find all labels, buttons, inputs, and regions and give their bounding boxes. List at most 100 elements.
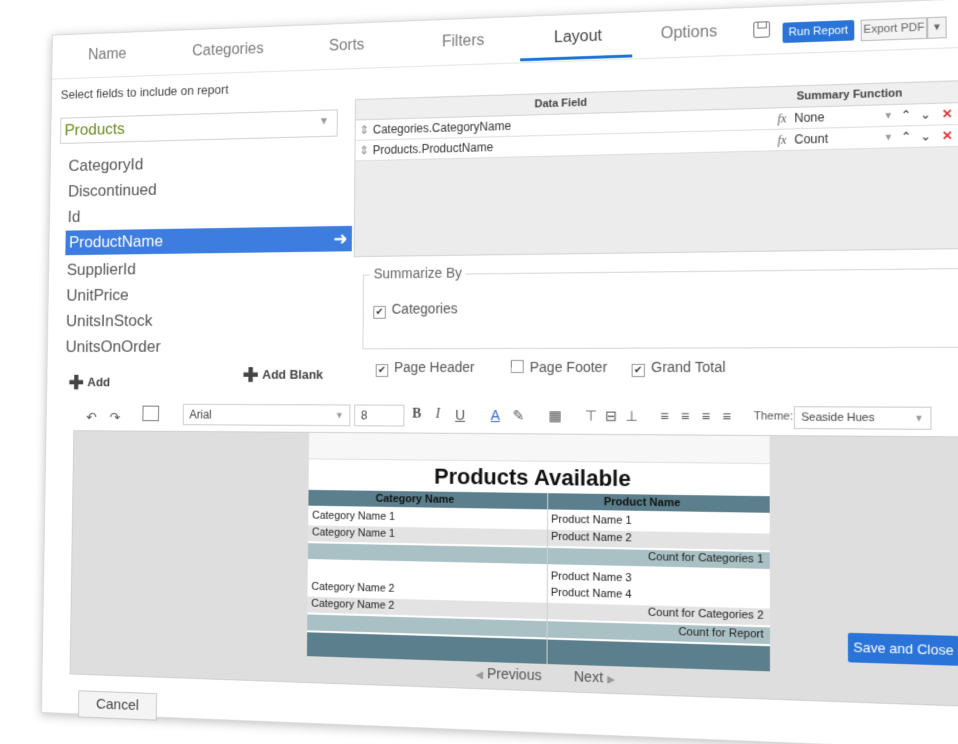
save-and-close-button[interactable]: Save and Close — [847, 632, 958, 666]
report-designer-dialog: Name Categories Sorts Filters Layout Opt… — [40, 0, 958, 744]
function-icon[interactable]: fx — [777, 108, 786, 129]
tab-layout[interactable]: Layout — [554, 28, 602, 48]
field-item[interactable]: UnitsInStock — [66, 311, 153, 331]
chevron-right-icon: ▶ — [607, 674, 616, 686]
justify-icon[interactable]: ≡ — [722, 408, 731, 425]
report-cell[interactable]: Category Name 1 — [312, 526, 395, 539]
summarize-categories-checkbox[interactable]: ✔ Categories — [373, 300, 458, 319]
checkbox-icon[interactable] — [510, 359, 524, 374]
checkbox-icon[interactable]: ✔ — [631, 363, 645, 378]
move-down-icon[interactable]: ⌄ — [920, 126, 931, 147]
summary-function-select[interactable]: Count — [794, 128, 828, 149]
chevron-down-icon: ▼ — [335, 410, 344, 421]
tab-name[interactable]: Name — [88, 46, 127, 64]
save-icon[interactable] — [753, 21, 771, 39]
add-button[interactable]: ✚ Add — [69, 371, 111, 395]
align-top-icon[interactable]: ⊤ — [585, 407, 597, 424]
undo-icon[interactable]: ↶ — [86, 409, 97, 425]
align-middle-icon[interactable]: ⊟ — [605, 408, 617, 425]
page-header-label: Page Header — [394, 359, 475, 375]
move-up-icon[interactable]: ⌃ — [901, 105, 912, 126]
summarize-categories-label: Categories — [391, 300, 458, 317]
plus-icon: ✚ — [68, 372, 84, 394]
chevron-down-icon[interactable]: ▼ — [884, 127, 894, 148]
page-header-checkbox[interactable]: ✔ Page Header — [375, 359, 475, 377]
field-item[interactable]: SupplierId — [67, 260, 136, 280]
checkbox-icon[interactable]: ✔ — [373, 305, 386, 319]
col-header-fx — [775, 86, 797, 109]
redo-icon[interactable]: ↷ — [110, 409, 121, 425]
data-field-value[interactable]: Products.ProductName — [373, 137, 494, 160]
add-button-label: Add — [87, 374, 111, 390]
font-size-select[interactable]: 8 — [354, 404, 405, 427]
report-preview[interactable]: Products Available Category Name Product… — [306, 432, 770, 672]
tab-categories[interactable]: Categories — [192, 41, 264, 61]
table-select[interactable]: Products ▼ — [59, 109, 338, 145]
report-cell[interactable]: Category Name 2 — [311, 581, 394, 595]
delete-icon[interactable]: ✕ — [942, 125, 953, 146]
tab-options[interactable]: Options — [661, 23, 718, 43]
export-button[interactable]: Export PDF — [860, 17, 928, 42]
theme-label: Theme: — [753, 410, 794, 423]
run-report-button[interactable]: Run Report — [782, 19, 855, 44]
next-label: Next — [573, 667, 604, 686]
tab-filters[interactable]: Filters — [442, 32, 485, 51]
report-cell[interactable]: Product Name 3 — [551, 570, 632, 584]
border-icon[interactable]: ▦ — [548, 407, 561, 424]
field-item[interactable]: Discontinued — [68, 180, 157, 201]
col-product-name[interactable]: Product Name — [604, 496, 681, 509]
add-field-arrow-icon[interactable]: ➜ — [328, 225, 352, 252]
next-button[interactable]: Next ▶ — [574, 668, 615, 686]
fields-instruction: Select fields to include on report — [60, 82, 229, 102]
cancel-button[interactable]: Cancel — [77, 690, 158, 721]
chevron-down-icon[interactable]: ▼ — [883, 105, 893, 126]
report-cell[interactable]: Count for Categories 1 — [648, 551, 763, 566]
report-cell[interactable]: Product Name 1 — [551, 513, 632, 527]
report-cell[interactable]: Product Name 2 — [551, 531, 632, 545]
field-item-selected[interactable]: ProductName — [65, 226, 330, 256]
font-color-icon[interactable]: A — [491, 407, 500, 423]
previous-button[interactable]: ◀ Previous — [475, 665, 541, 683]
field-item[interactable]: UnitsOnOrder — [66, 337, 161, 356]
theme-select[interactable]: Seaside Hues ▼ — [793, 406, 932, 430]
page-footer-checkbox[interactable]: Page Footer — [510, 359, 607, 375]
col-category-name[interactable]: Category Name — [376, 493, 455, 506]
report-title[interactable]: Products Available — [434, 464, 631, 493]
data-field-grid: Data Field Summary Function ⇕ Categories… — [353, 80, 958, 258]
grand-total-checkbox[interactable]: ✔ Grand Total — [631, 359, 726, 378]
export-dropdown-icon[interactable]: ▾ — [927, 16, 947, 39]
align-bottom-icon[interactable]: ⊥ — [625, 408, 638, 425]
move-up-icon[interactable]: ⌃ — [901, 126, 912, 147]
summarize-by-legend: Summarize By — [369, 264, 466, 282]
field-item[interactable]: CategoryId — [68, 155, 143, 176]
bold-icon[interactable]: B — [412, 407, 421, 423]
underline-icon[interactable]: U — [455, 407, 465, 423]
italic-icon[interactable]: I — [436, 407, 441, 423]
field-item[interactable]: Id — [68, 208, 81, 227]
report-cell[interactable]: Count for Report — [678, 626, 763, 641]
function-icon[interactable]: fx — [777, 130, 786, 151]
drag-handle-icon[interactable]: ⇕ — [359, 141, 369, 161]
add-blank-button[interactable]: ✚ Add Blank — [243, 363, 323, 388]
report-cell[interactable]: Product Name 4 — [551, 587, 632, 601]
data-field-value[interactable]: Categories.CategoryName — [373, 116, 511, 139]
tab-divider — [52, 46, 958, 80]
theme-select-value: Seaside Hues — [801, 411, 875, 425]
delete-icon[interactable]: ✕ — [942, 103, 953, 124]
report-cell[interactable]: Category Name 2 — [311, 598, 394, 612]
drag-handle-icon[interactable]: ⇕ — [359, 120, 369, 140]
align-right-icon[interactable]: ≡ — [702, 408, 710, 424]
tab-sorts[interactable]: Sorts — [329, 37, 365, 56]
page-setup-icon[interactable] — [142, 405, 160, 422]
align-center-icon[interactable]: ≡ — [681, 408, 689, 424]
highlight-icon[interactable]: ✎ — [512, 407, 524, 424]
summary-function-select[interactable]: None — [794, 107, 824, 128]
field-item[interactable]: UnitPrice — [66, 286, 128, 306]
report-cell[interactable]: Category Name 1 — [312, 510, 395, 523]
font-select-value: Arial — [189, 407, 212, 422]
plus-icon: ✚ — [242, 365, 259, 387]
align-left-icon[interactable]: ≡ — [660, 408, 668, 424]
font-select[interactable]: Arial ▼ — [182, 403, 351, 427]
move-down-icon[interactable]: ⌄ — [920, 104, 931, 125]
checkbox-icon[interactable]: ✔ — [375, 364, 389, 377]
